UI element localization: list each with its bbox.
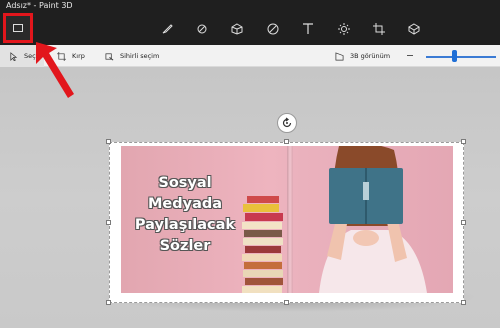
resize-handle[interactable] bbox=[284, 300, 289, 305]
brush-icon[interactable] bbox=[160, 22, 174, 36]
resize-handle[interactable] bbox=[106, 300, 111, 305]
selection-frame[interactable] bbox=[109, 142, 464, 303]
3d-view-button[interactable]: 3B görünüm bbox=[335, 50, 390, 62]
magic-select-label: Sihirli seçim bbox=[120, 52, 160, 60]
menu-button[interactable] bbox=[3, 13, 33, 43]
rotate-icon bbox=[282, 117, 292, 128]
resize-handle[interactable] bbox=[461, 139, 466, 144]
stickers-icon[interactable] bbox=[266, 22, 280, 36]
zoom-slider-thumb[interactable] bbox=[452, 50, 457, 62]
cursor-icon bbox=[10, 51, 18, 61]
menu-icon bbox=[13, 24, 23, 32]
2d-shapes-icon[interactable] bbox=[195, 22, 209, 36]
resize-handle[interactable] bbox=[106, 139, 111, 144]
resize-handle[interactable] bbox=[284, 139, 289, 144]
window-title: Adsız* - Paint 3D bbox=[6, 1, 73, 10]
magic-select-button[interactable]: Sihirli seçim bbox=[105, 50, 159, 62]
3d-shapes-icon[interactable] bbox=[230, 22, 244, 36]
resize-handle[interactable] bbox=[461, 300, 466, 305]
3d-library-icon[interactable] bbox=[407, 22, 421, 36]
annotation-arrow-icon bbox=[36, 42, 74, 98]
text-icon[interactable] bbox=[301, 22, 315, 36]
resize-handle[interactable] bbox=[461, 220, 466, 225]
zoom-out-icon[interactable] bbox=[407, 55, 413, 56]
3d-view-icon bbox=[335, 51, 344, 60]
rotate-button[interactable] bbox=[277, 113, 297, 133]
canvas-icon[interactable] bbox=[372, 22, 386, 36]
3d-view-label: 3B görünüm bbox=[350, 52, 391, 60]
magic-select-icon bbox=[105, 52, 114, 60]
zoom-slider-track[interactable] bbox=[426, 56, 496, 58]
effects-icon[interactable] bbox=[337, 22, 351, 36]
resize-handle[interactable] bbox=[106, 220, 111, 225]
